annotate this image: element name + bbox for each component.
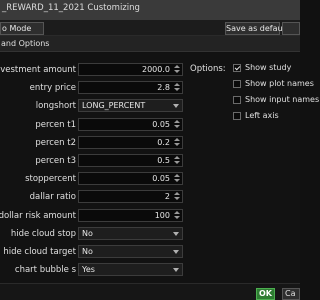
- input-row: entry price 2.8: [0, 81, 190, 95]
- number-input-value: 0.05: [152, 119, 170, 129]
- input-row: longshort LONG_PERCENT: [0, 99, 190, 113]
- spinner-arrows-icon[interactable]: [173, 137, 181, 147]
- input-label: entry price: [29, 83, 76, 94]
- number-input-value: 100: [154, 210, 170, 220]
- spinner-arrows-icon[interactable]: [173, 174, 181, 183]
- chevron-down-icon: [173, 268, 179, 273]
- checkbox[interactable]: [233, 112, 241, 120]
- spinner-arrows-icon[interactable]: [173, 83, 181, 92]
- section-header: and Options: [0, 36, 300, 52]
- input-label: hide cloud target: [3, 247, 76, 257]
- settings-panel: investment amount 2000.0 entry price 2.8 lon…: [0, 53, 319, 283]
- input-row: percen t1 0.05: [0, 117, 190, 132]
- input-label: investment amount: [0, 65, 76, 75]
- input-label: percen t2: [35, 137, 76, 148]
- number-input[interactable]: 2: [78, 190, 183, 204]
- option-label: Left axis: [245, 111, 279, 120]
- dropdown-select[interactable]: No: [78, 226, 183, 240]
- input-label: percen t3: [35, 156, 76, 166]
- number-input-value: 2.8: [157, 83, 170, 93]
- number-input[interactable]: 2000.0: [78, 63, 183, 76]
- window-titlebar: _REWARD_11_2021 Customizing: [0, 0, 300, 20]
- dropdown-value: Yes: [82, 265, 95, 275]
- input-row: percen t2 0.2: [0, 135, 190, 150]
- chevron-down-icon: [173, 231, 179, 236]
- spinner-arrows-icon[interactable]: [173, 65, 181, 74]
- number-input-value: 0.2: [157, 137, 170, 147]
- toolbar: o Mode Save as default: [0, 20, 300, 36]
- cancel-button[interactable]: Ca: [282, 288, 300, 300]
- spinner-arrows-icon[interactable]: [173, 210, 181, 220]
- input-row: dallar ratio 2: [0, 190, 190, 204]
- ok-button[interactable]: OK: [256, 288, 275, 300]
- input-row: chart bubble s Yes: [0, 263, 190, 277]
- dropdown-value: No: [82, 247, 93, 256]
- checkbox[interactable]: [233, 96, 241, 104]
- input-label: chart bubble s: [14, 265, 76, 276]
- window-title: _REWARD_11_2021 Customizing: [2, 3, 140, 13]
- input-label: stoppercent: [25, 174, 76, 185]
- input-row: hide cloud stop No: [0, 226, 190, 241]
- number-input[interactable]: 0.05: [78, 172, 183, 186]
- checkbox[interactable]: [233, 80, 241, 88]
- number-input-value: 2: [164, 192, 170, 202]
- input-row: investment amount 2000.0: [0, 63, 190, 77]
- number-input-value: 2000.0: [142, 65, 170, 74]
- number-input[interactable]: 0.2: [78, 135, 183, 149]
- mode-button[interactable]: o Mode: [0, 22, 44, 35]
- number-input-value: 0.05: [152, 174, 170, 184]
- input-label: longshort: [35, 101, 76, 112]
- input-label: dallar ratio: [29, 192, 76, 203]
- spinner-arrows-icon[interactable]: [173, 156, 181, 165]
- option-label: Show input names: [245, 95, 320, 104]
- options-label: Options:: [190, 64, 226, 74]
- input-row: percen t3 0.5: [0, 154, 190, 168]
- option-label: Show plot names: [245, 79, 314, 88]
- dropdown-value: No: [82, 228, 93, 238]
- dropdown-select[interactable]: LONG_PERCENT: [78, 99, 183, 113]
- input-label: percen t1: [35, 119, 76, 130]
- input-label: hide cloud stop: [10, 228, 76, 239]
- toolbar-menu-button[interactable]: [282, 22, 300, 35]
- dropdown-select[interactable]: No: [78, 245, 183, 258]
- option-label: Show study: [245, 63, 292, 72]
- section-title: and Options: [1, 39, 50, 48]
- spinner-arrows-icon[interactable]: [173, 119, 181, 129]
- checkbox-checked[interactable]: [233, 64, 241, 72]
- number-input-value: 0.5: [157, 156, 170, 165]
- save-as-default-button[interactable]: Save as default: [225, 22, 288, 35]
- number-input[interactable]: 2.8: [78, 81, 183, 95]
- input-label: dollar risk amount: [0, 210, 76, 221]
- input-row: hide cloud target No: [0, 245, 190, 259]
- dialog-footer: OK Ca: [0, 283, 300, 300]
- chevron-down-icon: [173, 250, 179, 254]
- dropdown-select[interactable]: Yes: [78, 263, 183, 277]
- dropdown-value: LONG_PERCENT: [82, 101, 146, 111]
- number-input[interactable]: 0.5: [78, 154, 183, 167]
- spinner-arrows-icon[interactable]: [173, 192, 181, 201]
- chevron-down-icon: [173, 104, 179, 109]
- number-input[interactable]: 100: [78, 208, 183, 222]
- number-input[interactable]: 0.05: [78, 117, 183, 131]
- input-row: stoppercent 0.05: [0, 172, 190, 186]
- input-row: dollar risk amount 100: [0, 208, 190, 223]
